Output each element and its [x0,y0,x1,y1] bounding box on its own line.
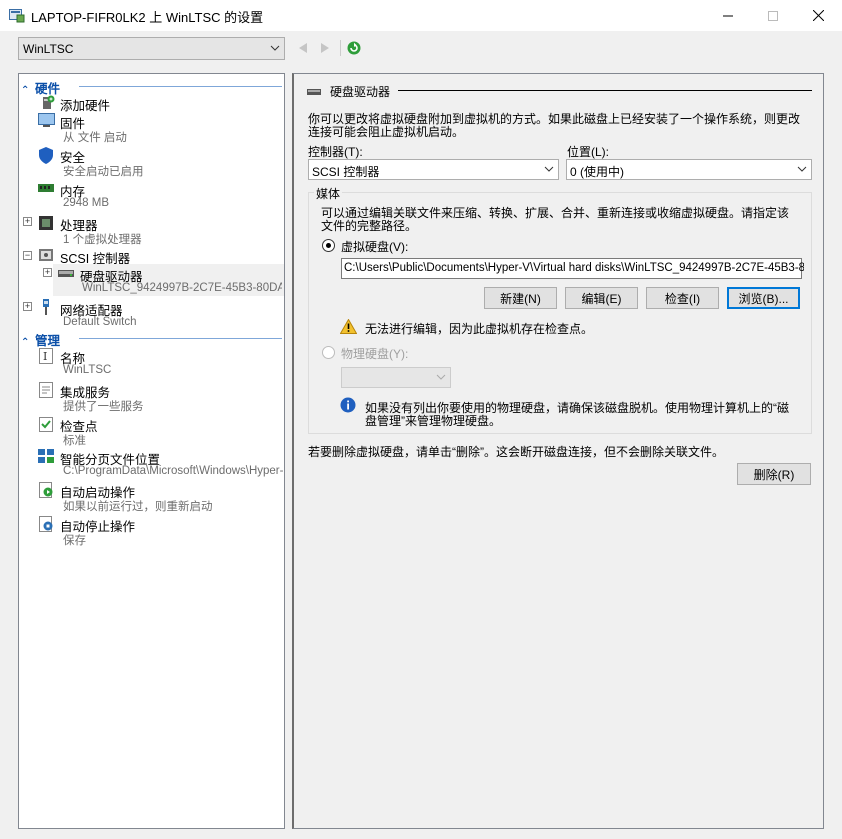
sidebar-item-sub: WinLTSC [63,364,112,376]
section-divider [79,338,282,339]
chevron-down-icon [797,163,807,178]
controller-select[interactable]: SCSI 控制器 [308,159,559,180]
sidebar-item-sub: Default Switch [63,316,137,328]
settings-app-icon [9,8,25,23]
toolbar-separator [340,40,341,56]
expand-icon[interactable]: + [23,302,32,311]
section-title-rule [398,90,812,91]
sidebar-item-sub: 1 个虚拟处理器 [63,234,142,246]
sidebar-item-sub: 如果以前运行过，则重新启动 [63,501,213,513]
auto-start-icon [39,482,56,499]
controller-label: 控制器(T): [308,145,363,159]
vm-select[interactable]: WinLTSC [18,37,285,60]
expand-icon[interactable]: + [43,268,52,277]
sidebar-item-security[interactable]: 安全 安全启动已启用 [19,145,284,179]
sidebar-item-add-hardware[interactable]: 添加硬件 [19,94,284,113]
refresh-icon[interactable] [347,40,361,56]
sidebar-item-automatic-start[interactable]: 自动启动操作 如果以前运行过，则重新启动 [19,480,284,514]
sidebar-item-sub: 从 文件 启动 [63,132,127,144]
sidebar-item-sub: 2948 MB [63,197,110,209]
virtual-hard-disk-radio[interactable] [322,239,335,252]
sidebar-item-automatic-stop[interactable]: 自动停止操作 保存 [19,514,284,548]
add-hardware-icon [39,95,56,112]
integration-services-icon [39,382,56,399]
physical-hard-disk-label: 物理硬盘(Y): [341,347,409,361]
forward-icon[interactable] [318,40,332,56]
checkpoint-icon [39,415,56,432]
sidebar-item-sub: 保存 [63,535,86,547]
sidebar-item-checkpoints[interactable]: 检查点 标准 [19,414,284,448]
auto-stop-icon [39,516,56,533]
section-title: 硬盘驱动器 [330,85,391,99]
sidebar-item-name[interactable]: I 名称 WinLTSC [19,346,284,380]
network-adapter-icon [38,299,55,316]
hard-drive-icon [58,267,75,284]
remove-button[interactable]: 删除(R) [737,463,811,485]
minimize-button[interactable] [705,0,751,31]
virtual-hard-disk-label: 虚拟硬盘(V): [341,240,409,254]
close-button[interactable] [795,0,841,31]
vm-select-value: WinLTSC [23,42,74,56]
sidebar-item-scsi-controller[interactable]: − SCSI 控制器 [19,247,284,266]
sidebar-item-integration-services[interactable]: 集成服务 提供了一些服务 [19,380,284,414]
settings-tree: ⌃ 硬件 添加硬件 固件 从 文件 启动 安全 安全启动已启用 内存 2948 M… [18,73,285,829]
window-title: LAPTOP-FIFR0LK2 上 WinLTSC 的设置 [31,10,264,25]
physical-disk-select[interactable] [341,367,451,388]
sidebar-item-network-adapter[interactable]: + 网络适配器 Default Switch [19,298,284,332]
physical-hard-disk-radio[interactable] [322,346,335,359]
memory-icon [38,182,55,199]
processor-icon [38,215,55,232]
maximize-button[interactable] [750,0,796,31]
smart-paging-icon [38,449,55,466]
location-select-value: 0 (使用中) [570,165,625,179]
sidebar-item-sub: 安全启动已启用 [63,166,144,178]
sidebar-item-sub: WinLTSC_9424997B-2C7E-45B3-80DA... [82,282,282,294]
sidebar-item-processor[interactable]: + 处理器 1 个虚拟处理器 [19,213,284,247]
settings-detail-panel: 硬盘驱动器 你可以更改将虚拟硬盘附加到虚拟机的方式。如果此磁盘上已经安装了一个操… [292,73,824,829]
section-divider [79,86,282,87]
scsi-controller-icon [38,247,55,264]
vhd-path-value: C:\Users\Public\Documents\Hyper-V\Virtua… [344,262,804,274]
edit-button[interactable]: 编辑(E) [565,287,638,309]
svg-text:I: I [43,350,47,363]
sidebar-item-memory[interactable]: 内存 2948 MB [19,179,284,213]
media-label: 媒体 [314,185,343,202]
sidebar-item-sub: C:\ProgramData\Microsoft\Windows\Hyper-V [63,465,283,477]
sidebar-item-sub: 标准 [63,435,86,447]
sidebar-item-firmware[interactable]: 固件 从 文件 启动 [19,111,284,145]
intro-text-line2: 连接可能会阻止虚拟机启动。 [308,125,465,139]
browse-button[interactable]: 浏览(B)... [727,287,800,309]
expand-icon[interactable]: + [23,217,32,226]
info-icon [340,397,356,416]
sidebar-item-sub: 提供了一些服务 [63,401,144,413]
chevron-down-icon [544,163,554,178]
info-text-line2: 盘管理”来管理物理硬盘。 [365,414,501,428]
shield-icon [38,147,55,164]
sidebar-item-hard-drive[interactable]: + 硬盘驱动器 WinLTSC_9424997B-2C7E-45B3-80DA.… [19,264,284,298]
controller-select-value: SCSI 控制器 [312,165,380,179]
back-icon[interactable] [296,40,310,56]
warning-text: 无法进行编辑，因为此虚拟机存在检查点。 [365,322,594,336]
location-label: 位置(L): [567,145,610,159]
chevron-down-icon [270,42,280,57]
location-select[interactable]: 0 (使用中) [566,159,812,180]
warning-icon [339,318,358,337]
inspect-button[interactable]: 检查(I) [646,287,719,309]
sidebar-item-smart-paging[interactable]: 智能分页文件位置 C:\ProgramData\Microsoft\Window… [19,447,284,481]
name-icon: I [39,348,56,365]
vhd-path-input[interactable]: C:\Users\Public\Documents\Hyper-V\Virtua… [341,258,804,279]
hard-drive-icon [307,86,321,100]
firmware-icon [38,113,55,130]
collapse-tree-icon[interactable]: − [23,251,32,260]
media-desc-line2: 文件的完整路径。 [321,219,418,233]
title-bar: LAPTOP-FIFR0LK2 上 WinLTSC 的设置 [0,0,842,31]
remove-description: 若要删除虚拟硬盘，请单击“删除”。这会断开磁盘连接，但不会删除关联文件。 [308,445,724,459]
new-button[interactable]: 新建(N) [484,287,557,309]
chevron-down-icon [436,371,446,386]
